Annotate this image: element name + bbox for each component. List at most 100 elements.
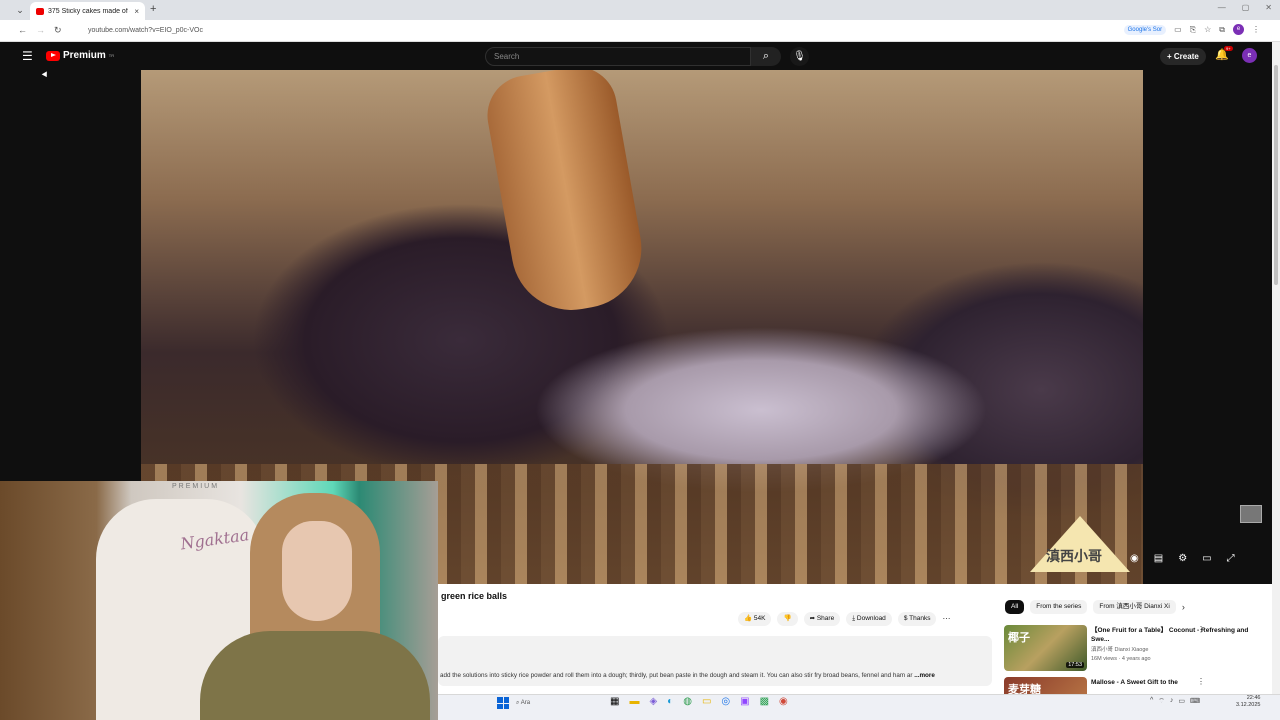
browser-profile-avatar[interactable]: e bbox=[1233, 24, 1244, 35]
recommendation-thumbnail[interactable]: 椰子 17:53 bbox=[1004, 625, 1087, 671]
recommendation-meta: 滇西小哥 Dianxi Xiaoge 16M views · 4 years a… bbox=[1091, 646, 1151, 664]
create-label: Create bbox=[1173, 52, 1199, 61]
subtitles-icon[interactable]: ▤ bbox=[1154, 553, 1163, 564]
voice-search-button[interactable]: 🎙 bbox=[790, 47, 809, 66]
close-window-icon[interactable]: ✕ bbox=[1265, 3, 1272, 12]
player-controls: ◉ ▤ ⚙ ▭ ⤢ bbox=[1130, 553, 1235, 564]
windows-start-icon[interactable] bbox=[497, 697, 509, 709]
share-button[interactable]: ➦ Share bbox=[803, 612, 841, 626]
autoplay-toggle-icon[interactable]: ◉ bbox=[1130, 553, 1139, 564]
tab-search-icon[interactable]: ⌄ bbox=[14, 4, 26, 16]
fullscreen-icon[interactable]: ⤢ bbox=[1227, 553, 1235, 564]
video-duration: 17:53 bbox=[1066, 662, 1084, 668]
chip-from-series[interactable]: From the series bbox=[1030, 600, 1088, 614]
search-input[interactable]: Search bbox=[485, 47, 751, 66]
taskbar-search-text: Ara bbox=[520, 700, 531, 706]
filter-chips: All From the series From 滇西小哥 Dianxi Xi … bbox=[1005, 600, 1185, 614]
person-sweater-shape bbox=[200, 631, 430, 720]
download-button[interactable]: ⤓ Download bbox=[846, 612, 892, 626]
person-face-shape bbox=[282, 521, 352, 621]
settings-gear-icon[interactable]: ⚙ bbox=[1178, 553, 1187, 564]
theater-mode-icon[interactable]: ▭ bbox=[1202, 553, 1211, 564]
forward-button[interactable]: → bbox=[36, 25, 45, 35]
minimize-icon[interactable]: — bbox=[1218, 3, 1226, 12]
battery-icon[interactable]: ▭ bbox=[1178, 697, 1185, 706]
download-label: Download bbox=[856, 615, 886, 622]
hamburger-menu-icon[interactable]: ☰ bbox=[22, 49, 33, 63]
recommendation-menu-icon[interactable]: ⋮ bbox=[1197, 625, 1205, 634]
recommendation-views: 16M views · 4 years ago bbox=[1091, 656, 1151, 662]
recommendation-thumbnail[interactable]: 麦芽糖 bbox=[1004, 677, 1087, 694]
recommendation-title[interactable]: 【One Fruit for a Table】 Coconut - Refres… bbox=[1091, 626, 1251, 644]
youtube-favicon-icon bbox=[36, 7, 44, 15]
tray-chevron-icon[interactable]: ^ bbox=[1150, 697, 1153, 706]
clock-time: 22:46 bbox=[1246, 695, 1261, 701]
search-icon: ⌕ bbox=[762, 50, 770, 62]
youtube-logo[interactable]: Premium TR bbox=[46, 50, 114, 61]
maximize-icon[interactable]: ▢ bbox=[1242, 3, 1250, 12]
recommendation-item[interactable]: 麦芽糖 Mallose - A Sweet Gift to the ⋮ bbox=[1004, 677, 1264, 694]
cast-icon[interactable]: ▭ bbox=[1174, 25, 1182, 34]
logo-region: TR bbox=[108, 53, 115, 58]
bookmark-star-icon[interactable]: ☆ bbox=[1204, 25, 1211, 34]
language-icon[interactable]: ⌨ bbox=[1190, 697, 1200, 706]
media-app-icon[interactable]: ▩ bbox=[760, 696, 769, 707]
account-avatar[interactable]: e bbox=[1242, 48, 1257, 63]
share-icon: ➦ bbox=[809, 615, 816, 622]
folder-icon[interactable]: ▭ bbox=[702, 696, 711, 707]
chrome-icon[interactable]: ◍ bbox=[683, 696, 692, 707]
description-text: add the solutions into sticky rice powde… bbox=[440, 672, 990, 679]
channel-watermark: 滇西小哥 bbox=[1046, 549, 1102, 565]
recommendation-title[interactable]: Mallose - A Sweet Gift to the bbox=[1091, 678, 1251, 687]
video-title: green rice balls bbox=[441, 591, 508, 601]
recommendation-channel[interactable]: 滇西小哥 Dianxi Xiaoge bbox=[1091, 646, 1151, 655]
chrome-alt-icon[interactable]: ◉ bbox=[779, 696, 788, 707]
new-tab-button[interactable]: + bbox=[150, 3, 156, 15]
more-link[interactable]: ...more bbox=[914, 672, 935, 679]
reload-button[interactable]: ↻ bbox=[54, 25, 62, 36]
recommendation-menu-icon[interactable]: ⋮ bbox=[1197, 677, 1205, 686]
edge-icon[interactable]: ◐ bbox=[667, 696, 673, 707]
like-button[interactable]: 👍 54K bbox=[738, 612, 772, 626]
tab-close-icon[interactable]: × bbox=[134, 7, 139, 16]
chip-all[interactable]: All bbox=[1005, 600, 1025, 614]
taskbar-search[interactable]: ⌕ Ara bbox=[516, 697, 606, 709]
network-icon[interactable]: ⌔ bbox=[1158, 697, 1165, 706]
microphone-icon: 🎙 bbox=[793, 51, 806, 62]
browser-tabstrip: ⌄ 375 Sticky cakes made of 4 co × + — ▢ … bbox=[0, 0, 1280, 20]
thanks-label: Thanks bbox=[909, 615, 931, 622]
chevron-right-icon[interactable]: › bbox=[1182, 602, 1185, 612]
file-explorer-icon[interactable]: ▬ bbox=[629, 696, 639, 707]
browser-menu-icon[interactable]: ⋮ bbox=[1252, 25, 1260, 34]
youtube-play-icon bbox=[46, 50, 60, 61]
chip-from-channel[interactable]: From 滇西小哥 Dianxi Xi bbox=[1093, 600, 1176, 614]
search-button[interactable]: ⌕ bbox=[751, 47, 781, 66]
browser-icon[interactable]: ◎ bbox=[721, 696, 730, 707]
translate-icon[interactable]: ⎘ bbox=[1190, 25, 1196, 35]
extensions-icon[interactable]: ⧉ bbox=[1219, 25, 1225, 35]
google-lens-pill[interactable]: Google's Sor bbox=[1123, 24, 1167, 35]
chair-brand-text: PREMIUM bbox=[172, 483, 220, 490]
thumbs-up-icon: 👍 bbox=[744, 615, 753, 622]
thumbnail-text: 麦芽糖 bbox=[1008, 683, 1041, 694]
thumbnail-text: 椰子 bbox=[1008, 631, 1030, 644]
webcam-overlay: PREMIUM Ngaktaa Asade bbox=[0, 481, 438, 720]
task-view-icon[interactable]: ▦ bbox=[610, 696, 619, 707]
like-count: 54K bbox=[753, 615, 766, 622]
left-dark-area bbox=[0, 70, 141, 481]
volume-icon[interactable]: ♪ bbox=[1170, 697, 1174, 706]
scrollbar-thumb[interactable] bbox=[1274, 65, 1278, 285]
url-field[interactable]: youtube.com/watch?v=EIO_p0c-VOc bbox=[80, 24, 1100, 38]
more-actions-icon[interactable]: ⋯ bbox=[942, 612, 950, 626]
twitch-icon[interactable]: ▣ bbox=[740, 696, 749, 707]
create-button[interactable]: + Create bbox=[1160, 48, 1206, 65]
app-icon[interactable]: ◈ bbox=[649, 696, 657, 707]
back-button[interactable]: ← bbox=[18, 25, 27, 35]
taskbar-clock[interactable]: 22:46 3.12.2025 bbox=[1236, 695, 1260, 709]
download-icon: ⤓ bbox=[852, 615, 856, 622]
browser-tab[interactable]: 375 Sticky cakes made of 4 co × bbox=[30, 2, 145, 20]
thanks-button[interactable]: $ Thanks bbox=[897, 612, 937, 626]
recommendation-item[interactable]: 椰子 17:53 【One Fruit for a Table】 Coconut… bbox=[1004, 625, 1264, 673]
address-bar-actions: Google's Sor ▭ ⎘ ☆ ⧉ e ⋮ bbox=[1123, 24, 1260, 35]
dislike-button[interactable]: 👎 bbox=[777, 612, 798, 626]
